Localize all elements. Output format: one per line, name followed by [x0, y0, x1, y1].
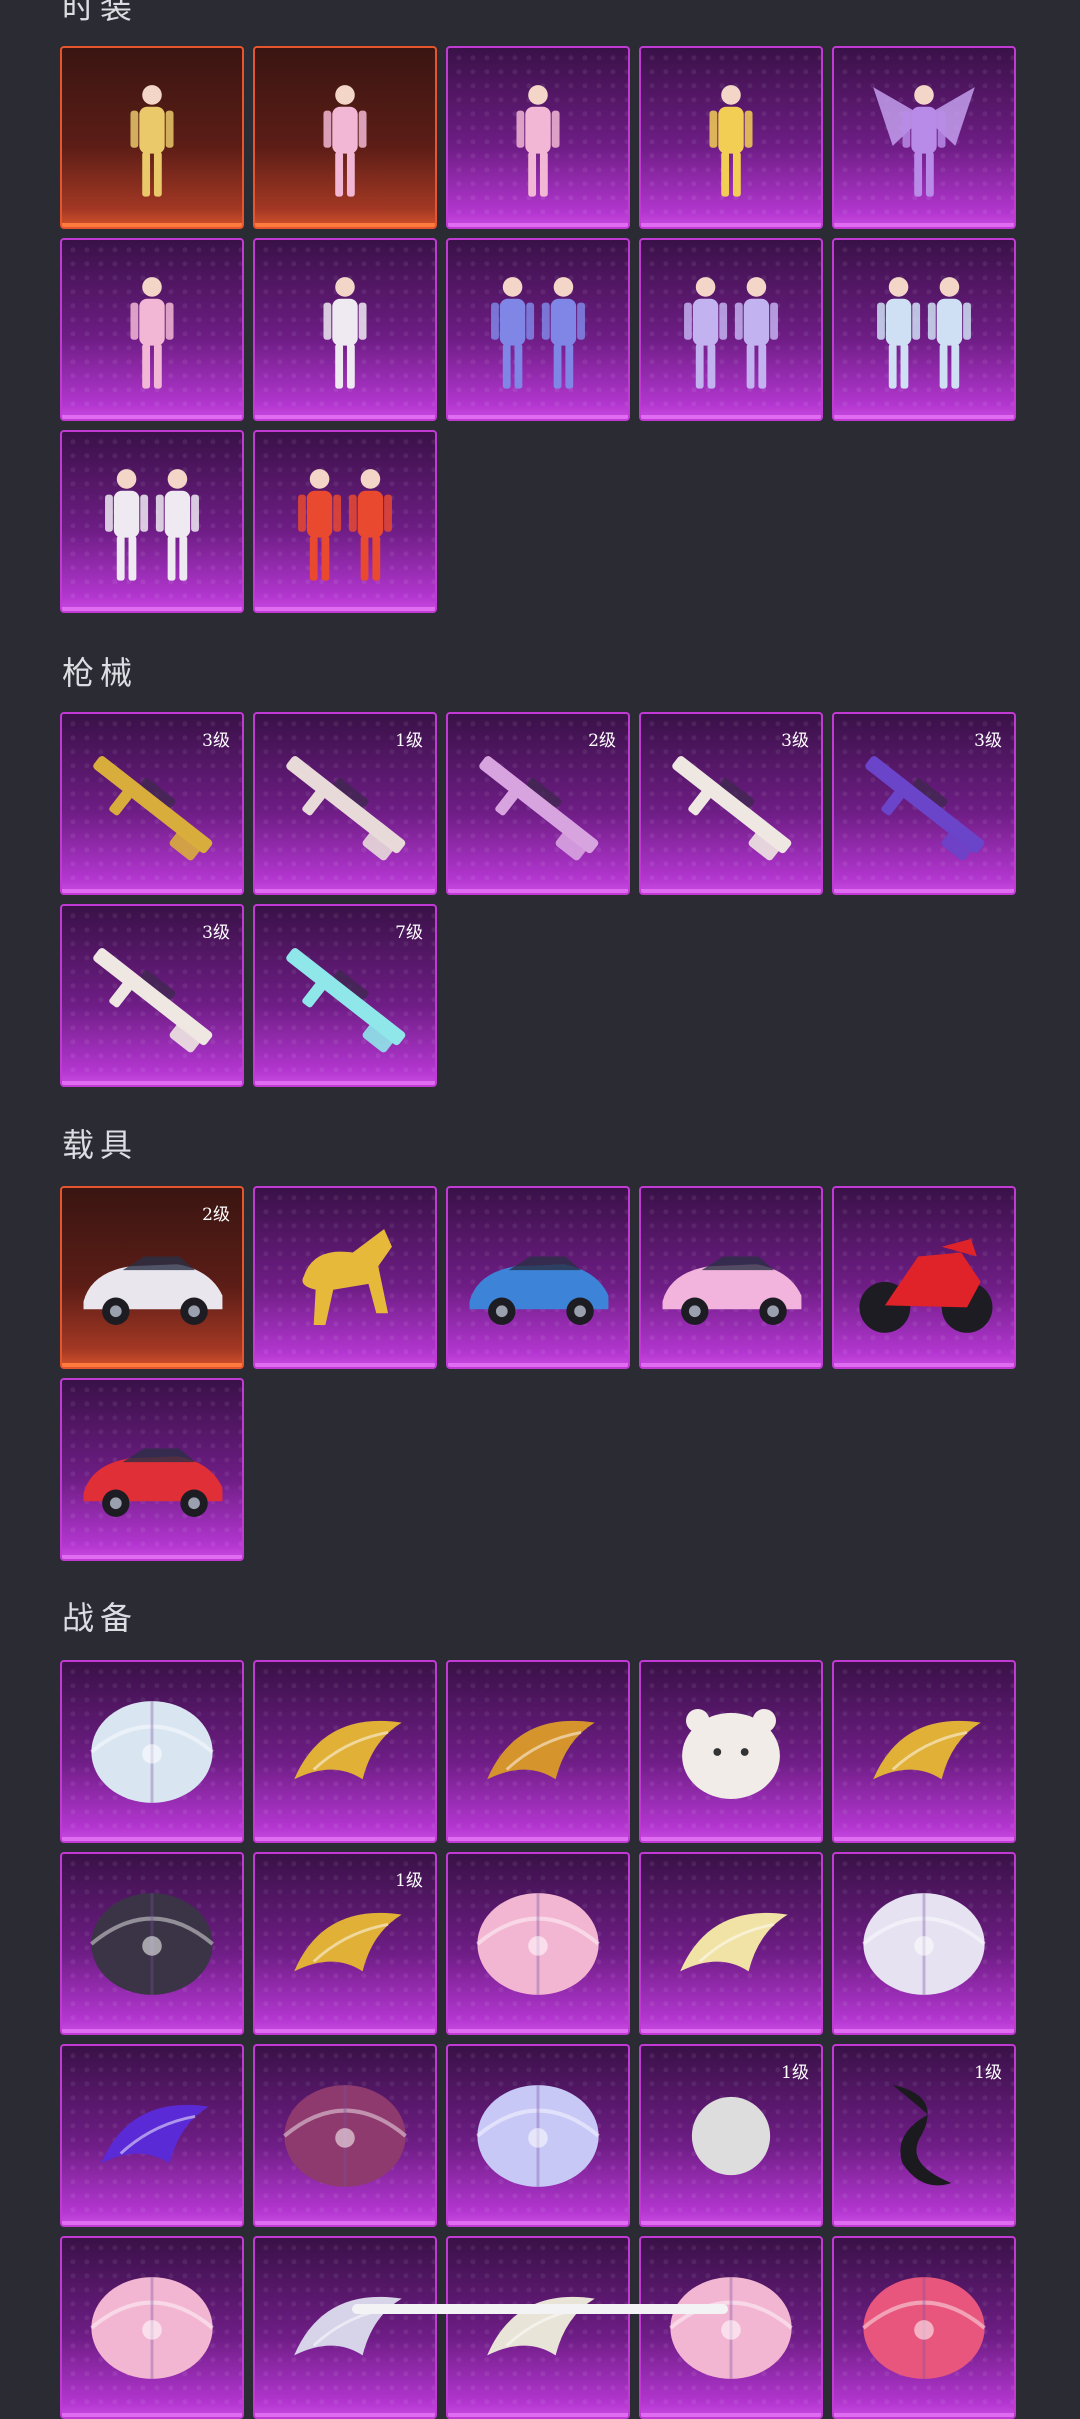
level-badge: 7级: [395, 923, 423, 943]
gear-item-tile[interactable]: 1级: [832, 2044, 1016, 2227]
gear-item-tile[interactable]: [446, 2044, 630, 2227]
gear-item-tile[interactable]: 1级: [639, 2044, 823, 2227]
crystal-glider-icon: [255, 2238, 435, 2417]
white-set-outfit-icon: [62, 432, 242, 611]
gear-item-tile[interactable]: [253, 2236, 437, 2419]
bodysuit-pair-outfit-icon: [641, 240, 821, 419]
yellow-hoodie-outfit-icon: [641, 48, 821, 227]
pink-angel-outfit-icon: [62, 240, 242, 419]
gear-item-tile[interactable]: [832, 2236, 1016, 2419]
gear-item-tile[interactable]: [60, 1660, 244, 1843]
gear-item-tile[interactable]: [639, 1852, 823, 2035]
dark-ornate-parachute-icon: [62, 1854, 242, 2033]
white-gown-outfit-icon: [255, 240, 435, 419]
section-title-vehicles: 载具: [62, 1126, 139, 1164]
level-badge: 2级: [202, 1205, 230, 1225]
guns-item-tile[interactable]: 2级: [446, 712, 630, 895]
guns-item-tile[interactable]: 3级: [60, 904, 244, 1087]
gear-item-tile[interactable]: [60, 1852, 244, 2035]
red-supercar-icon: [62, 1380, 242, 1559]
pink-lace-parachute-icon: [62, 2238, 242, 2417]
golden-qilin-icon: [255, 1188, 435, 1367]
level-badge: 1级: [974, 2063, 1002, 2083]
feather-glider-icon: [448, 2238, 628, 2417]
pink-dress-outfit-icon: [255, 48, 435, 227]
golden-leaf-glider-icon: [834, 1662, 1014, 1841]
outfits-item-tile[interactable]: [446, 238, 630, 421]
pink-bow-parachute-icon: [448, 1854, 628, 2033]
outfits-item-tile[interactable]: [639, 46, 823, 229]
gear-item-tile[interactable]: [446, 1660, 630, 1843]
blue-uniform-pair-outfit-icon: [448, 240, 628, 419]
level-badge: 1级: [395, 1871, 423, 1891]
golden-mummy-outfit-icon: [62, 48, 242, 227]
guns-item-tile[interactable]: 1级: [253, 712, 437, 895]
white-striped-parachute-icon: [834, 1854, 1014, 2033]
vehicles-item-tile[interactable]: [60, 1378, 244, 1561]
gear-item-tile[interactable]: [253, 1660, 437, 1843]
outfits-item-tile[interactable]: [253, 46, 437, 229]
level-badge: 2级: [588, 731, 616, 751]
jellyfish-parachute-icon: [448, 2046, 628, 2225]
flower-glider-icon: [641, 1854, 821, 2033]
red-armor-set-outfit-icon: [255, 432, 435, 611]
portal-trail-icon: [62, 2046, 242, 2225]
level-badge: 1级: [781, 2063, 809, 2083]
outfits-item-tile[interactable]: [639, 238, 823, 421]
level-badge: 3级: [202, 731, 230, 751]
outfits-item-tile[interactable]: [253, 238, 437, 421]
section-title-outfits: 时装: [62, 0, 139, 26]
gear-item-tile[interactable]: [832, 1852, 1016, 2035]
outfits-item-tile[interactable]: [446, 46, 630, 229]
section-title-gear: 战备: [62, 1599, 139, 1637]
level-badge: 3级: [202, 923, 230, 943]
guns-item-tile[interactable]: 7级: [253, 904, 437, 1087]
level-badge: 3级: [974, 731, 1002, 751]
white-bear-pet-icon: [641, 1662, 821, 1841]
vehicles-item-tile[interactable]: [639, 1186, 823, 1369]
guns-item-tile[interactable]: 3级: [832, 712, 1016, 895]
blue-convertible-icon: [448, 1188, 628, 1367]
vehicles-item-tile[interactable]: [832, 1186, 1016, 1369]
gear-item-tile[interactable]: [639, 2236, 823, 2419]
vehicles-item-tile[interactable]: [446, 1186, 630, 1369]
pink-floral-parachute-icon: [641, 2238, 821, 2417]
winged-fairy-outfit-icon: [834, 48, 1014, 227]
outfits-item-tile[interactable]: [60, 238, 244, 421]
outfits-item-tile[interactable]: [832, 46, 1016, 229]
gear-item-tile[interactable]: [446, 1852, 630, 2035]
outfits-item-tile[interactable]: [60, 46, 244, 229]
red-motorcycle-icon: [834, 1188, 1014, 1367]
vehicles-item-tile[interactable]: [253, 1186, 437, 1369]
home-indicator[interactable]: [352, 2304, 728, 2314]
gear-item-tile[interactable]: 1级: [253, 1852, 437, 2035]
gear-item-tile[interactable]: [446, 2236, 630, 2419]
vehicles-item-tile[interactable]: 2级: [60, 1186, 244, 1369]
red-parasol-parachute-icon: [834, 2238, 1014, 2417]
guns-item-tile[interactable]: 3级: [60, 712, 244, 895]
outfits-item-tile[interactable]: [60, 430, 244, 613]
gear-item-tile[interactable]: [832, 1660, 1016, 1843]
pink-sports-car-icon: [641, 1188, 821, 1367]
golden-glider-icon: [255, 1662, 435, 1841]
level-badge: 1级: [395, 731, 423, 751]
gear-item-tile[interactable]: [639, 1660, 823, 1843]
pink-doll-outfit-icon: [448, 48, 628, 227]
guns-item-tile[interactable]: 3级: [639, 712, 823, 895]
gear-item-tile[interactable]: [60, 2236, 244, 2419]
level-badge: 3级: [781, 731, 809, 751]
hanfu-set-outfit-icon: [834, 240, 1014, 419]
outfits-item-tile[interactable]: [253, 430, 437, 613]
pastel-parachute-icon: [62, 1662, 242, 1841]
fire-phoenix-glider-icon: [448, 1662, 628, 1841]
gear-item-tile[interactable]: [253, 2044, 437, 2227]
outfits-item-tile[interactable]: [832, 238, 1016, 421]
patterned-kite-icon: [255, 2046, 435, 2225]
gear-item-tile[interactable]: [60, 2044, 244, 2227]
section-title-guns: 枪械: [62, 654, 139, 692]
